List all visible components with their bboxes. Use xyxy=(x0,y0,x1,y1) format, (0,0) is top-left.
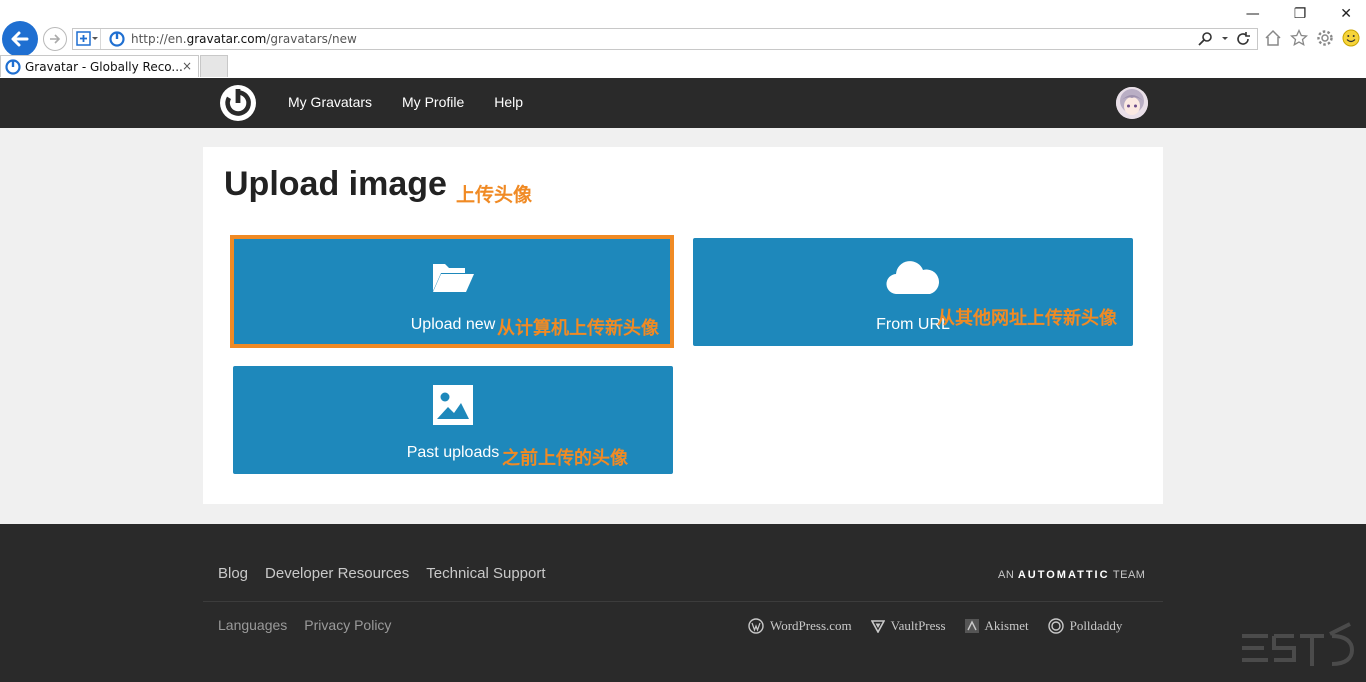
title-annotation: 上传头像 xyxy=(456,184,533,206)
polldaddy-icon xyxy=(1047,618,1064,634)
wordpress-icon xyxy=(748,618,764,634)
compat-view-button[interactable] xyxy=(73,29,101,49)
akismet-icon xyxy=(964,619,979,633)
footer-link-technical-support[interactable]: Technical Support xyxy=(426,565,545,582)
back-arrow-icon xyxy=(11,31,29,47)
tab-title: Gravatar - Globally Reco... xyxy=(25,59,183,74)
image-icon xyxy=(433,385,473,425)
address-bar[interactable]: http://en.gravatar.com/gravatars/new xyxy=(72,28,1258,50)
gravatar-favicon xyxy=(109,31,125,47)
partner-links: WordPress.com VaultPress Akismet Polldad… xyxy=(748,618,1122,634)
nav-help[interactable]: Help xyxy=(494,94,523,110)
new-tab-button[interactable] xyxy=(200,55,228,77)
vaultpress-icon xyxy=(870,620,885,633)
home-icon[interactable] xyxy=(1264,29,1282,47)
brand-prefix: AN xyxy=(998,569,1015,581)
site-nav xyxy=(0,78,1366,128)
favorites-star-icon[interactable] xyxy=(1290,29,1308,47)
forward-arrow-icon xyxy=(50,34,61,44)
footer-link-developer-resources[interactable]: Developer Resources xyxy=(265,565,409,582)
tab-close-button[interactable]: × xyxy=(182,59,192,73)
search-icon[interactable] xyxy=(1197,31,1215,47)
partner-polldaddy-label: Polldaddy xyxy=(1069,618,1123,633)
brand-name: AUTOMATTIC xyxy=(1017,569,1110,581)
nav-my-profile[interactable]: My Profile xyxy=(402,94,464,110)
compat-icon xyxy=(75,31,98,46)
brand-suffix: TEAM xyxy=(1112,569,1146,581)
url-prefix: http://en. xyxy=(131,32,187,46)
footer-link-privacy-policy[interactable]: Privacy Policy xyxy=(304,617,391,633)
partner-polldaddy[interactable]: Polldaddy xyxy=(1047,618,1123,634)
close-window-button[interactable]: ✕ xyxy=(1340,6,1352,22)
footer-links: Blog Developer Resources Technical Suppo… xyxy=(218,565,546,582)
avatar-image xyxy=(1116,87,1148,119)
address-tools xyxy=(1197,31,1251,47)
url-path: /gravatars/new xyxy=(266,32,357,46)
window-controls: — ❐ ✕ xyxy=(1246,6,1352,22)
watermark-logo xyxy=(1242,622,1355,666)
footer-link-languages[interactable]: Languages xyxy=(218,617,287,633)
footer-divider xyxy=(203,601,1163,602)
upload-new-annotation: 从计算机上传新头像 xyxy=(497,318,659,339)
nav-links: My Gravatars My Profile Help xyxy=(288,94,523,110)
site-footer xyxy=(0,524,1366,682)
from-url-annotation: 从其他网址上传新头像 xyxy=(937,308,1117,329)
partner-akismet-label: Akismet xyxy=(984,618,1029,633)
partner-vaultpress[interactable]: VaultPress xyxy=(870,618,946,634)
tab-favicon xyxy=(5,58,21,75)
partner-akismet[interactable]: Akismet xyxy=(964,618,1029,634)
back-button[interactable] xyxy=(2,21,38,57)
gravatar-logo[interactable] xyxy=(220,85,256,121)
dropdown-icon[interactable] xyxy=(1221,31,1229,47)
url-domain: gravatar.com xyxy=(186,32,267,46)
toolbar-icons xyxy=(1264,29,1360,47)
forward-button[interactable] xyxy=(43,27,67,51)
settings-gear-icon[interactable] xyxy=(1316,29,1334,47)
user-avatar[interactable] xyxy=(1116,87,1148,119)
footer-link-blog[interactable]: Blog xyxy=(218,565,248,582)
footer-secondary-links: Languages Privacy Policy xyxy=(218,617,391,633)
page-title: Upload image xyxy=(224,165,447,203)
cloud-icon xyxy=(886,261,939,294)
browser-chrome: http://en.gravatar.com/gravatars/new — ❐… xyxy=(0,0,1366,78)
past-uploads-annotation: 之前上传的头像 xyxy=(502,448,628,469)
restore-button[interactable]: ❐ xyxy=(1294,6,1307,22)
partner-vaultpress-label: VaultPress xyxy=(890,618,946,633)
automattic-brand[interactable]: AN AUTOMATTIC TEAM xyxy=(998,569,1145,581)
smiley-feedback-icon[interactable] xyxy=(1342,29,1360,47)
minimize-button[interactable]: — xyxy=(1246,6,1260,22)
tab-gravatar[interactable]: Gravatar - Globally Reco... × xyxy=(0,55,199,77)
url-text[interactable]: http://en.gravatar.com/gravatars/new xyxy=(131,32,357,46)
refresh-icon[interactable] xyxy=(1235,31,1251,47)
nav-my-gravatars[interactable]: My Gravatars xyxy=(288,94,372,110)
partner-wordpress[interactable]: WordPress.com xyxy=(748,618,852,634)
partner-wordpress-label: WordPress.com xyxy=(770,618,852,633)
